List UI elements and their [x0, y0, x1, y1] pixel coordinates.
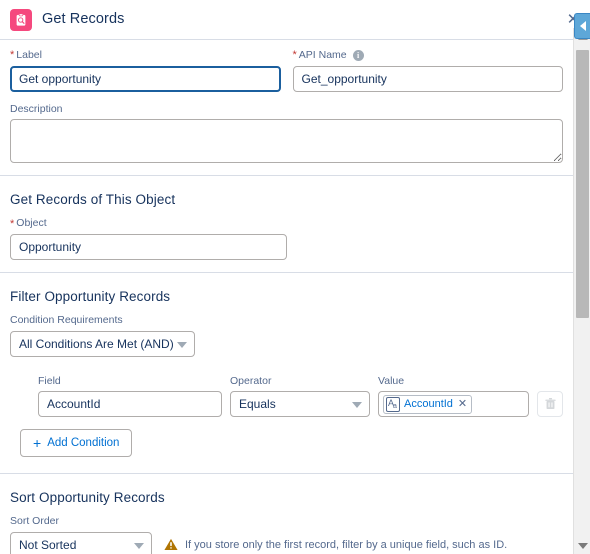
condition-field-group: Field [38, 375, 222, 418]
label-field-group: * Label [10, 49, 281, 92]
required-indicator: * [10, 217, 15, 230]
api-name-field-label: * API Name i [293, 49, 564, 63]
api-name-input[interactable] [292, 65, 563, 92]
get-records-modal: Get Records ✕ * Label * API Name i [0, 0, 590, 554]
delete-condition-button[interactable] [537, 391, 563, 418]
condition-operator-header: Operator [230, 374, 272, 387]
value-pill-label: AccountId [404, 398, 453, 411]
plus-icon: + [33, 435, 42, 452]
condition-delete-group [537, 391, 563, 418]
condition-list: Field Operator Equals Value [10, 375, 563, 418]
warning-icon [164, 539, 178, 551]
condition-row: Field Operator Equals Value [38, 375, 563, 418]
description-field-label: Description [10, 102, 63, 115]
text-type-icon: A a [386, 396, 400, 412]
condition-value-header: Value [378, 374, 405, 387]
remove-value-icon[interactable]: ✕ [457, 398, 468, 410]
scroll-down-arrow[interactable] [574, 537, 590, 554]
object-field-label: * Object [10, 217, 47, 230]
trash-icon [544, 398, 556, 410]
filter-section-title: Filter Opportunity Records [10, 288, 171, 304]
condition-requirements-value[interactable]: All Conditions Are Met (AND) [10, 330, 195, 357]
info-icon[interactable]: i [352, 50, 364, 62]
label-field-label: * Label [10, 49, 42, 62]
add-condition-label: Add Condition [47, 437, 120, 450]
modal-header: Get Records ✕ [0, 0, 590, 40]
filter-section: Filter Opportunity Records Condition Req… [0, 273, 573, 475]
sort-warning: If you store only the first record, filt… [164, 532, 507, 554]
page-title: Get Records [42, 11, 125, 28]
object-input[interactable] [10, 233, 287, 260]
required-indicator: * [10, 49, 15, 62]
get-records-icon [10, 8, 32, 31]
sort-order-select[interactable]: Not Sorted [10, 531, 152, 554]
sort-order-label: Sort Order [10, 515, 60, 528]
required-indicator: * [292, 49, 297, 62]
scroll-thumb[interactable] [576, 50, 589, 318]
sort-section-title: Sort Opportunity Records [10, 490, 165, 506]
description-field-group: Description [10, 103, 563, 164]
add-condition-button[interactable]: + Add Condition [20, 429, 133, 458]
sort-warning-text: If you store only the first record, filt… [185, 538, 508, 551]
condition-requirements-label: Condition Requirements [10, 313, 123, 326]
condition-field-input[interactable] [38, 391, 222, 418]
condition-value-group: Value A a AccountId ✕ [378, 375, 529, 418]
collapse-panel-handle[interactable] [574, 13, 590, 39]
condition-requirements-select[interactable]: All Conditions Are Met (AND) [10, 330, 195, 357]
sort-order-group: Sort Order Not Sorted [10, 515, 152, 554]
object-section: Get Records of This Object * Object [0, 176, 573, 273]
condition-field-header: Field [38, 374, 61, 387]
modal-body: * Label * API Name i Description [0, 41, 573, 554]
value-pill[interactable]: A a AccountId ✕ [383, 394, 473, 414]
object-field-group: * Object [10, 217, 287, 260]
condition-value-input[interactable]: A a AccountId ✕ [378, 391, 529, 418]
condition-requirements-group: Condition Requirements All Conditions Ar… [10, 314, 195, 357]
condition-operator-select[interactable]: Equals [230, 391, 370, 418]
sort-section: Sort Opportunity Records Sort Order Not … [0, 474, 573, 554]
api-name-field-group: * API Name i [292, 49, 564, 92]
identity-section: * Label * API Name i Description [0, 41, 573, 177]
sort-order-value[interactable]: Not Sorted [10, 531, 152, 554]
object-section-title: Get Records of This Object [10, 192, 176, 208]
condition-operator-group: Operator Equals [230, 375, 370, 418]
collapse-panel-arrow [579, 21, 586, 31]
vertical-scrollbar[interactable] [573, 28, 590, 554]
description-textarea[interactable] [10, 119, 563, 164]
label-input[interactable] [10, 65, 281, 92]
condition-operator-value[interactable]: Equals [230, 391, 370, 418]
